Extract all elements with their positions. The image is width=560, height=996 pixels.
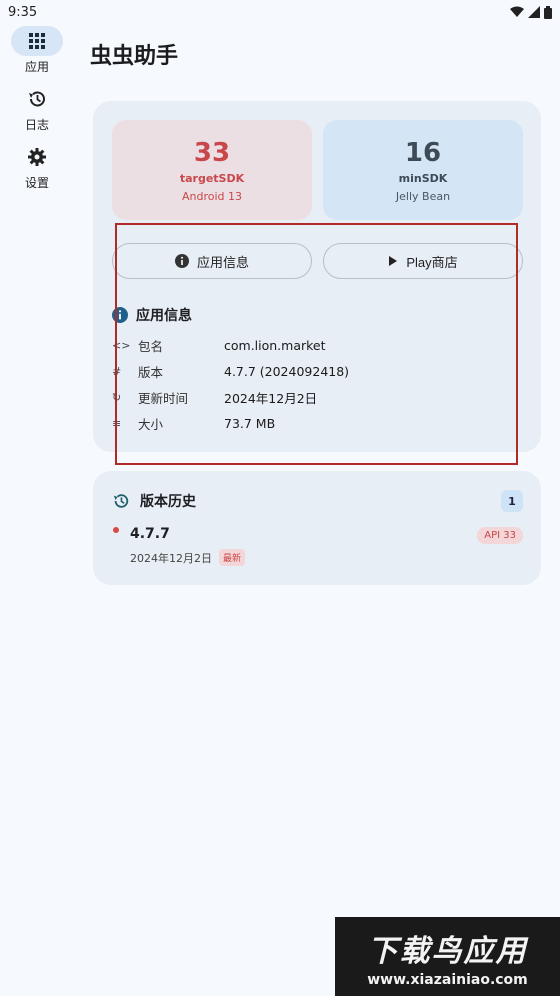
target-sdk-label: targetSDK [179,171,245,185]
grid-icon [29,33,45,49]
min-sdk-tile: 16 minSDK Jelly Bean [323,120,523,220]
page-title: 虫虫助手 [90,44,179,69]
gear-icon [28,148,46,166]
rail-label-settings: 设置 [24,176,49,190]
rail-item-settings[interactable]: 设置 [0,142,74,198]
latest-badge: 最新 [219,549,246,566]
highlight-box [115,223,518,465]
history-section-title: 版本历史 [112,491,196,511]
history-version: 4.7.7 [130,526,170,542]
rail-item-apps[interactable]: 应用 [0,26,74,82]
min-sdk-label: minSDK [398,171,448,185]
latest-dot [113,527,119,533]
target-sdk-value: 33 [193,137,231,168]
status-icons [510,5,552,19]
history-date: 2024年12月2日 [130,552,212,565]
rail-pill-apps[interactable] [11,26,63,56]
watermark-title: 下载鸟应用 [367,933,528,969]
watermark-url: www.xiazainiao.com [367,971,528,988]
version-history-card: 版本历史 1 4.7.7 2024年12月2日 最新 API 33 [93,471,541,585]
min-sdk-value: 16 [404,137,442,168]
history-section-title-text: 版本历史 [140,494,196,510]
history-icon [113,494,129,508]
signal-icon [528,6,540,18]
history-count-badge: 1 [501,490,523,512]
wifi-icon [510,6,524,17]
navigation-rail: 应用 日志 设置 [0,24,74,198]
api-level-badge: API 33 [477,527,523,544]
target-sdk-tile: 33 targetSDK Android 13 [112,120,312,220]
battery-icon [544,5,552,19]
rail-pill-logs[interactable] [11,84,63,114]
rail-label-apps: 应用 [24,60,49,74]
rail-pill-settings[interactable] [11,142,63,172]
target-sdk-version-name: Android 13 [181,189,243,203]
rail-label-logs: 日志 [24,118,49,132]
min-sdk-version-name: Jelly Bean [395,189,451,203]
watermark-logo: 下载鸟应用 www.xiazainiao.com [335,917,560,996]
status-time: 9:35 [8,4,38,20]
status-bar: 9:35 [0,0,560,24]
history-icon [29,91,45,107]
rail-item-logs[interactable]: 日志 [0,84,74,140]
